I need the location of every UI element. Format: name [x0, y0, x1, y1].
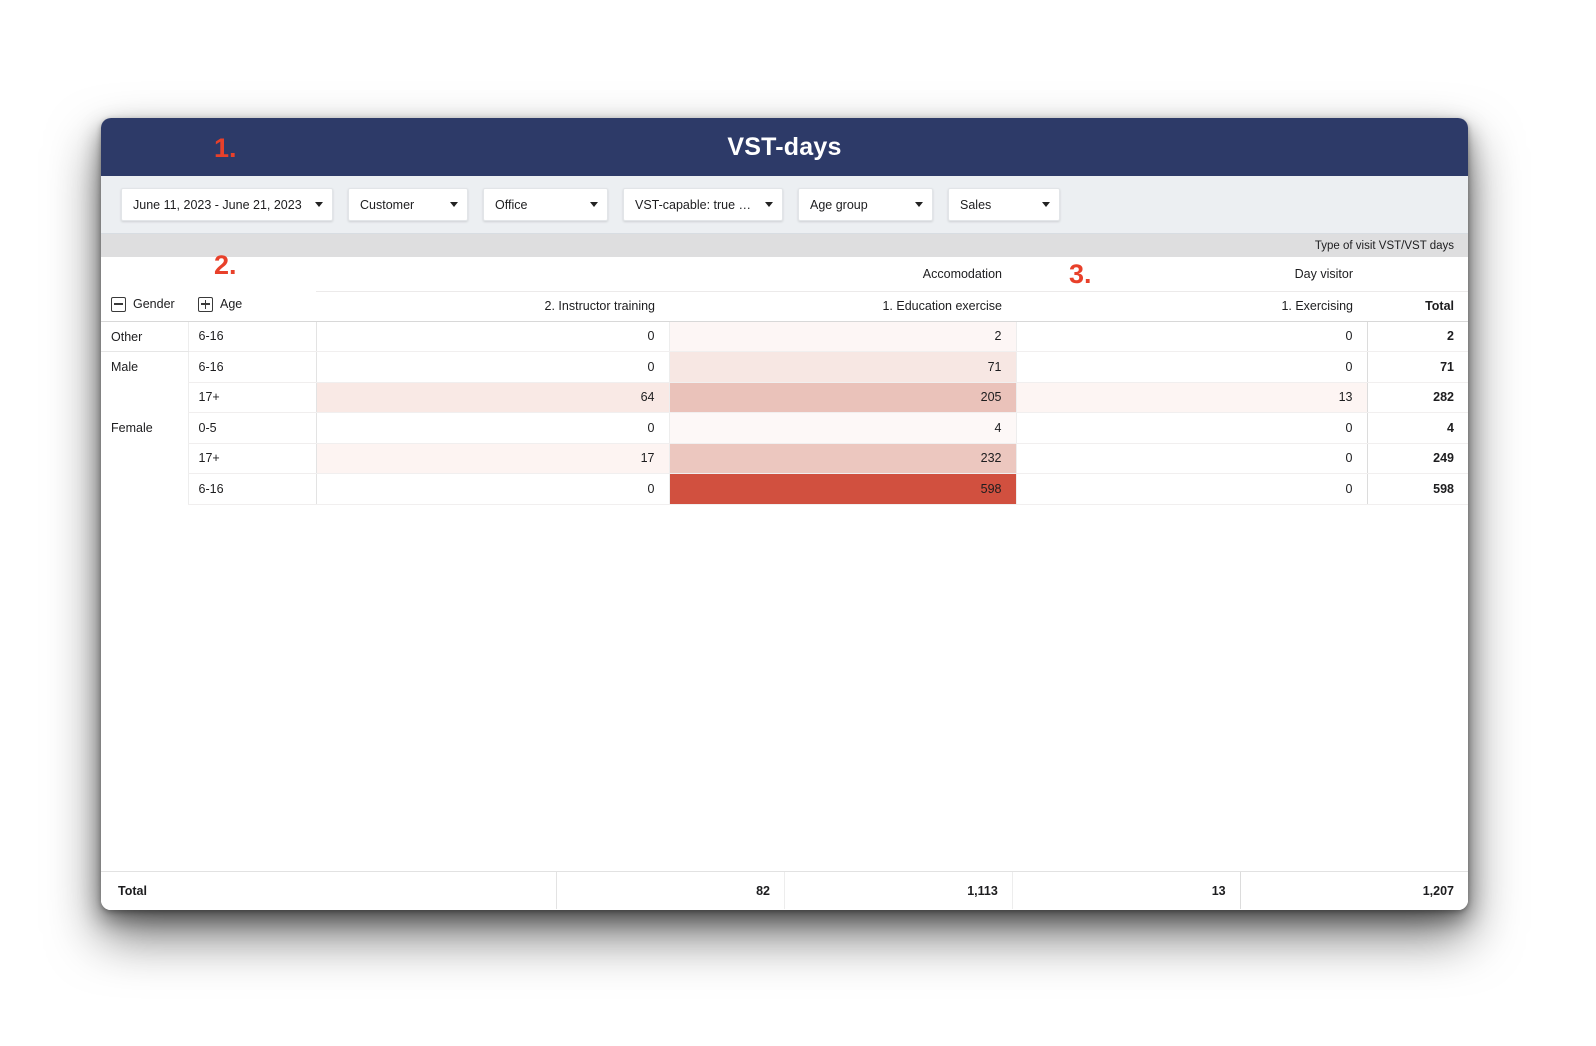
pivot-table-head: Accomodation Day visitor Gender Age 2. I… [101, 258, 1468, 322]
table-row: 17+ 17 232 0 249 [101, 443, 1468, 474]
gender-cell: Other [101, 321, 188, 352]
age-cell: 6-16 [187, 473, 316, 505]
sales-filter-label: Sales [960, 197, 992, 212]
sales-filter[interactable]: Sales [948, 188, 1060, 221]
value-cell: 0 [1015, 321, 1367, 352]
age-cell: 6-16 [187, 351, 316, 383]
table-row: Male 6-16 0 71 0 71 [101, 351, 1468, 383]
vst-capable-filter[interactable]: VST-capable: true (1) [623, 188, 783, 221]
title-bar: 1. VST-days [101, 118, 1468, 176]
table-row: 6-16 0 598 0 598 [101, 473, 1468, 505]
screenshot-stage: 1. VST-days June 11, 2023 - June 21, 202… [0, 0, 1596, 1046]
customer-filter[interactable]: Customer [348, 188, 468, 221]
chevron-down-icon [1042, 202, 1050, 207]
table-row: Other 6-16 0 2 0 2 [101, 321, 1468, 352]
value-cell: 17 [315, 443, 669, 474]
date-range-filter[interactable]: June 11, 2023 - June 21, 2023 [121, 188, 333, 221]
value-cell: 0 [315, 473, 669, 505]
age-cell: 6-16 [187, 321, 316, 352]
office-filter-label: Office [495, 197, 528, 212]
page-title: VST-days [727, 132, 842, 161]
row-dimension-gender-label: Gender [133, 297, 175, 312]
group-row-spacer [188, 258, 316, 291]
group-row-spacer [1367, 258, 1468, 291]
row-total-cell: 71 [1366, 351, 1468, 383]
pivot-table: Accomodation Day visitor Gender Age 2. I… [101, 258, 1468, 505]
footer-total-label: Total [118, 883, 147, 898]
chevron-down-icon [590, 202, 598, 207]
value-cell: 0 [1015, 351, 1367, 383]
collapse-minus-icon[interactable] [111, 296, 126, 312]
footer-grand-total: 1,207 [1239, 872, 1468, 909]
value-cell: 2 [668, 321, 1016, 352]
value-cell: 0 [1015, 412, 1367, 444]
vst-capable-filter-label: VST-capable: true (1) [635, 197, 753, 212]
value-cell: 598 [668, 473, 1016, 505]
age-group-filter-label: Age group [810, 197, 868, 212]
age-cell: 0-5 [187, 412, 316, 444]
chevron-down-icon [315, 202, 323, 207]
chevron-down-icon [450, 202, 458, 207]
row-total-cell: 282 [1366, 382, 1468, 413]
office-filter[interactable]: Office [483, 188, 608, 221]
column-group-accomodation: Accomodation [922, 267, 1002, 282]
row-total-cell: 2 [1366, 321, 1468, 352]
date-range-filter-label: June 11, 2023 - June 21, 2023 [133, 197, 302, 212]
value-cell: 13 [1015, 382, 1367, 413]
value-cell: 71 [668, 351, 1016, 383]
annotation-marker-3: 3. [1069, 259, 1092, 289]
row-total-cell: 4 [1366, 412, 1468, 444]
value-cell: 0 [315, 321, 669, 352]
column-header-exercising[interactable]: 1. Exercising [1016, 290, 1367, 322]
age-cell: 17+ [187, 382, 316, 413]
row-total-cell: 249 [1366, 443, 1468, 474]
gender-cell: Male [111, 360, 139, 374]
value-cell: 0 [1015, 473, 1367, 505]
column-header-row: Gender Age 2. Instructor training 1. Edu… [101, 290, 1468, 322]
footer-total-value: 82 [556, 872, 785, 909]
value-cell: 4 [668, 412, 1016, 444]
pivot-table-area: Accomodation Day visitor Gender Age 2. I… [101, 258, 1468, 910]
expand-plus-icon[interactable] [198, 296, 213, 312]
column-header-instructor-training[interactable]: 2. Instructor training [316, 290, 669, 322]
table-row: Female 0-5 0 4 0 4 [101, 412, 1468, 444]
measure-bar: Type of visit VST/VST days [101, 234, 1468, 258]
value-cell: 232 [668, 443, 1016, 474]
annotation-marker-1: 1. [214, 133, 237, 163]
row-dimension-gender[interactable]: Gender [101, 291, 188, 322]
value-cell: 0 [315, 412, 669, 444]
column-header-total: Total [1367, 290, 1468, 322]
age-cell: 17+ [187, 443, 316, 474]
chevron-down-icon [915, 202, 923, 207]
row-dimension-age[interactable]: Age [188, 291, 316, 322]
footer-total-table: Total 82 1,113 13 1,207 [101, 872, 1468, 909]
table-row: 17+ 64 205 13 282 [101, 382, 1468, 413]
footer-total-row: Total 82 1,113 13 1,207 [101, 871, 1468, 910]
footer-total-value: 13 [1011, 872, 1241, 909]
gender-cell: Female [111, 420, 153, 435]
customer-filter-label: Customer [360, 197, 415, 212]
chevron-down-icon [765, 202, 773, 207]
value-cell: 0 [1015, 443, 1367, 474]
value-cell: 0 [315, 351, 669, 383]
row-dimension-age-label: Age [220, 297, 243, 312]
age-group-filter[interactable]: Age group [798, 188, 933, 221]
group-row-spacer [101, 258, 188, 291]
measure-label: Type of visit VST/VST days [1314, 239, 1454, 252]
column-header-education-exercise[interactable]: 1. Education exercise [669, 290, 1016, 322]
value-cell: 205 [668, 382, 1016, 413]
footer-total-value: 1,113 [783, 872, 1013, 909]
value-cell: 64 [315, 382, 669, 413]
app-window: 1. VST-days June 11, 2023 - June 21, 202… [101, 118, 1468, 910]
column-group-row: Accomodation Day visitor [101, 258, 1468, 291]
pivot-table-body: Other 6-16 0 2 0 2 Male 6-16 0 71 0 71 1… [101, 321, 1468, 505]
filter-bar: June 11, 2023 - June 21, 2023 Customer O… [101, 176, 1468, 234]
annotation-marker-2: 2. [214, 250, 237, 280]
row-total-cell: 598 [1366, 473, 1468, 505]
